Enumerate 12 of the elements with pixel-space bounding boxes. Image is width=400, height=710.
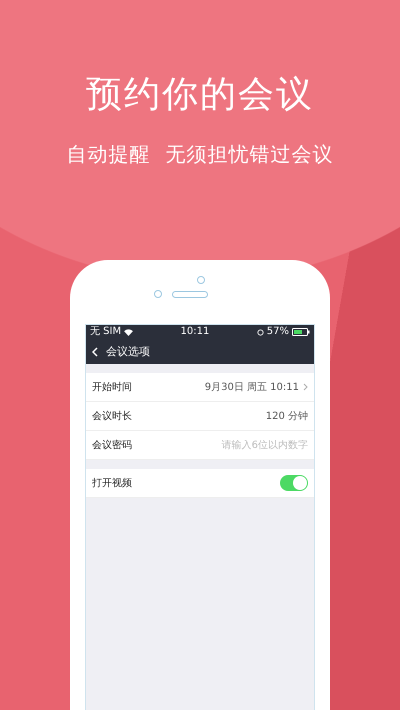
battery-percent: 57% <box>266 327 289 337</box>
nav-title: 会议选项 <box>106 344 150 359</box>
row-label: 打开视频 <box>92 476 132 490</box>
row-value: 9月30日 周五 10:11 <box>204 380 308 394</box>
subtitle: 自动提醒 无须担忧错过会议 <box>66 141 334 168</box>
row-label: 开始时间 <box>92 380 132 394</box>
row-value: 120 分钟 <box>266 410 308 423</box>
status-time: 10:11 <box>180 327 210 337</box>
carrier-text: 无 SIM <box>90 327 122 337</box>
row-label: 会议密码 <box>92 438 132 452</box>
headline: 预约你的会议 <box>86 73 314 117</box>
row-label: 会议时长 <box>92 410 132 423</box>
